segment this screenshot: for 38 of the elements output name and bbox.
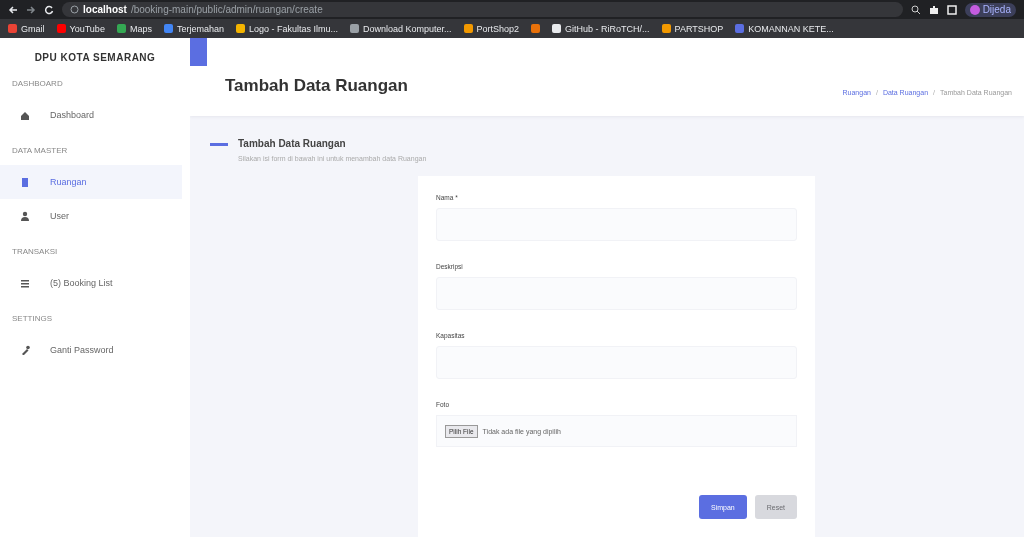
sidebar-item[interactable]: Ganti Password [0,333,182,367]
home-icon [20,110,30,120]
section-heading: DASHBOARD [11,79,64,88]
bookmark[interactable]: Download Komputer... [350,23,452,34]
forward-icon[interactable] [26,4,36,15]
list-icon [20,278,30,288]
sidebar-item[interactable]: (5) Booking List [0,266,182,300]
section-heading: SETTINGS [11,314,53,323]
user-icon [20,211,30,221]
bookmark[interactable]: KOMANNAN KETE... [735,23,834,34]
bookmark[interactable]: GitHub - RiRoTCH/... [552,23,650,34]
section-title: Tambah Data Ruangan [238,138,347,149]
bookmark[interactable]: PortShop2 [463,23,520,34]
key-icon [20,345,30,355]
profile-button[interactable]: Dijeda [964,2,1016,17]
sidebar-item[interactable]: Dashboard [0,98,182,132]
bookmark[interactable]: Logo - Fakultas Ilmu... [235,23,338,34]
bookmark[interactable]: YouTube [56,23,105,34]
bookmark[interactable]: PARTSHOP [661,23,724,34]
page-title: Tambah Data Ruangan [225,76,408,96]
section-heading: TRANSAKSI [11,247,59,256]
avatar-icon [969,4,980,15]
door-icon [20,177,30,187]
bookmark[interactable] [531,24,541,33]
info-icon [70,5,79,14]
sidebar-icon[interactable] [946,4,957,15]
reload-icon[interactable] [44,4,54,15]
search-icon[interactable] [910,4,921,15]
header-accent [190,38,207,66]
bookmark[interactable]: Maps [116,23,152,34]
section-heading: DATA MASTER [11,146,69,155]
address-bar[interactable]: localhost /booking-main/public/admin/ruangan/create [62,2,903,17]
brand-title: DPU KOTA SEMARANG [33,52,157,63]
bookmark[interactable]: Gmail [8,23,45,34]
sidebar-item[interactable]: User [0,199,182,233]
sidebar-item[interactable]: Ruangan [0,165,182,199]
back-icon[interactable] [8,4,18,15]
bookmark[interactable]: Terjemahan [163,23,224,34]
